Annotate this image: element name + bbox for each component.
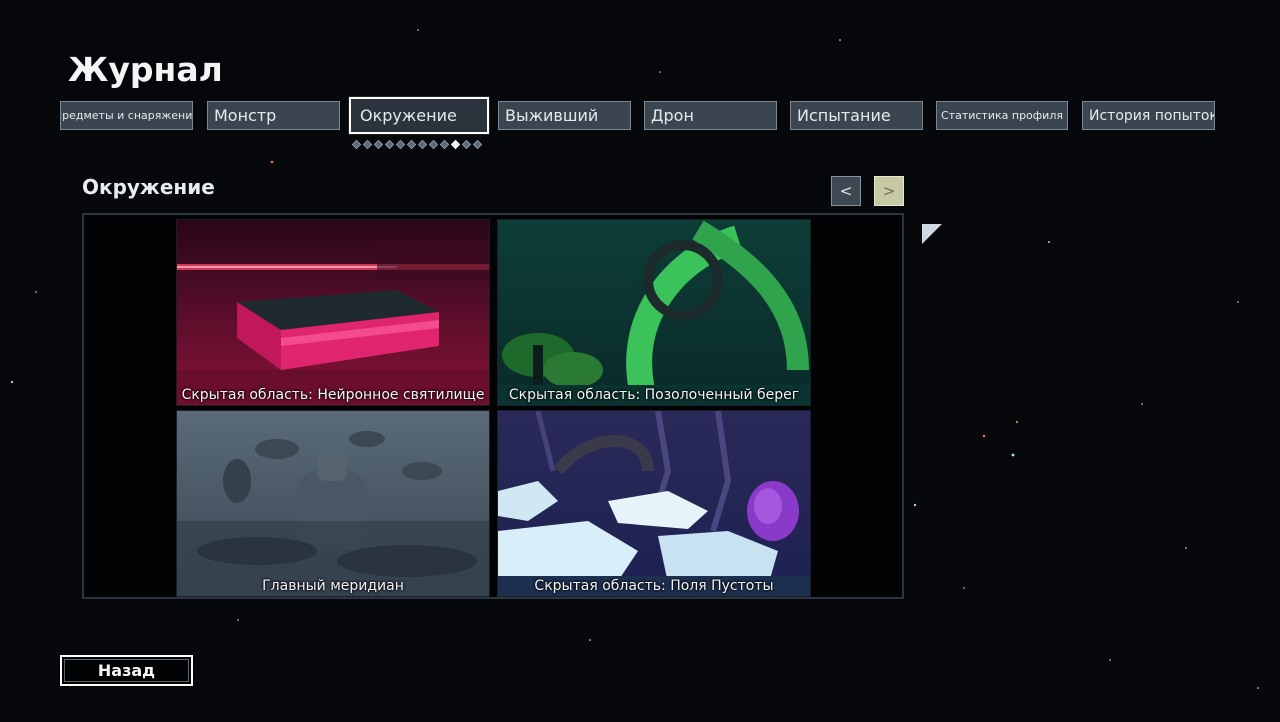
page-dot: [351, 139, 362, 150]
tab-items-and-equipment[interactable]: Предметы и снаряжение: [60, 101, 193, 130]
tab-profile-stats[interactable]: Статистика профиля: [936, 101, 1068, 130]
environment-name: Скрытая область: Позолоченный берег: [508, 387, 800, 403]
tab-monster[interactable]: Монстр: [207, 101, 340, 130]
previous-page-button[interactable]: <: [831, 176, 861, 206]
environment-name: Скрытая область: Поля Пустоты: [534, 578, 774, 594]
environment-card[interactable]: Скрытая область: Позолоченный берег: [497, 219, 811, 406]
scroll-indicator-icon: [922, 224, 942, 244]
page-dot: [450, 139, 461, 150]
page-dot: [472, 139, 483, 150]
environment-name: Главный меридиан: [262, 578, 404, 594]
page-dot: [362, 139, 373, 150]
back-button[interactable]: Назад: [59, 654, 194, 687]
tab-survivor[interactable]: Выживший: [498, 101, 631, 130]
tab-run-history[interactable]: История попыток: [1082, 101, 1215, 130]
next-page-button[interactable]: >: [874, 176, 904, 206]
environment-card[interactable]: Главный меридиан: [176, 410, 490, 597]
page-dot: [384, 139, 395, 150]
environment-grid-panel: Скрытая область: Нейронное святилище Скр…: [82, 213, 904, 599]
page-dot: [428, 139, 439, 150]
tab-challenge[interactable]: Испытание: [790, 101, 923, 130]
gilded-coast-scene-icon: [498, 220, 810, 405]
tab-environment[interactable]: Окружение: [348, 96, 490, 135]
environment-card[interactable]: Скрытая область: Нейронное святилище: [176, 219, 490, 406]
prime-meridian-scene-icon: [177, 411, 489, 596]
environment-name: Скрытая область: Нейронное святилище: [181, 387, 485, 403]
page-dot: [395, 139, 406, 150]
section-title: Окружение: [82, 175, 215, 199]
page-dot: [461, 139, 472, 150]
environment-card[interactable]: Скрытая область: Поля Пустоты: [497, 410, 811, 597]
journal-title: Журнал: [68, 50, 223, 89]
page-dot: [417, 139, 428, 150]
page-indicator: [351, 139, 483, 150]
page-dot: [439, 139, 450, 150]
page-dot: [406, 139, 417, 150]
void-fields-scene-icon: [498, 411, 810, 596]
neural-sanctuary-scene-icon: [177, 220, 489, 405]
tab-drone[interactable]: Дрон: [644, 101, 777, 130]
page-dot: [373, 139, 384, 150]
